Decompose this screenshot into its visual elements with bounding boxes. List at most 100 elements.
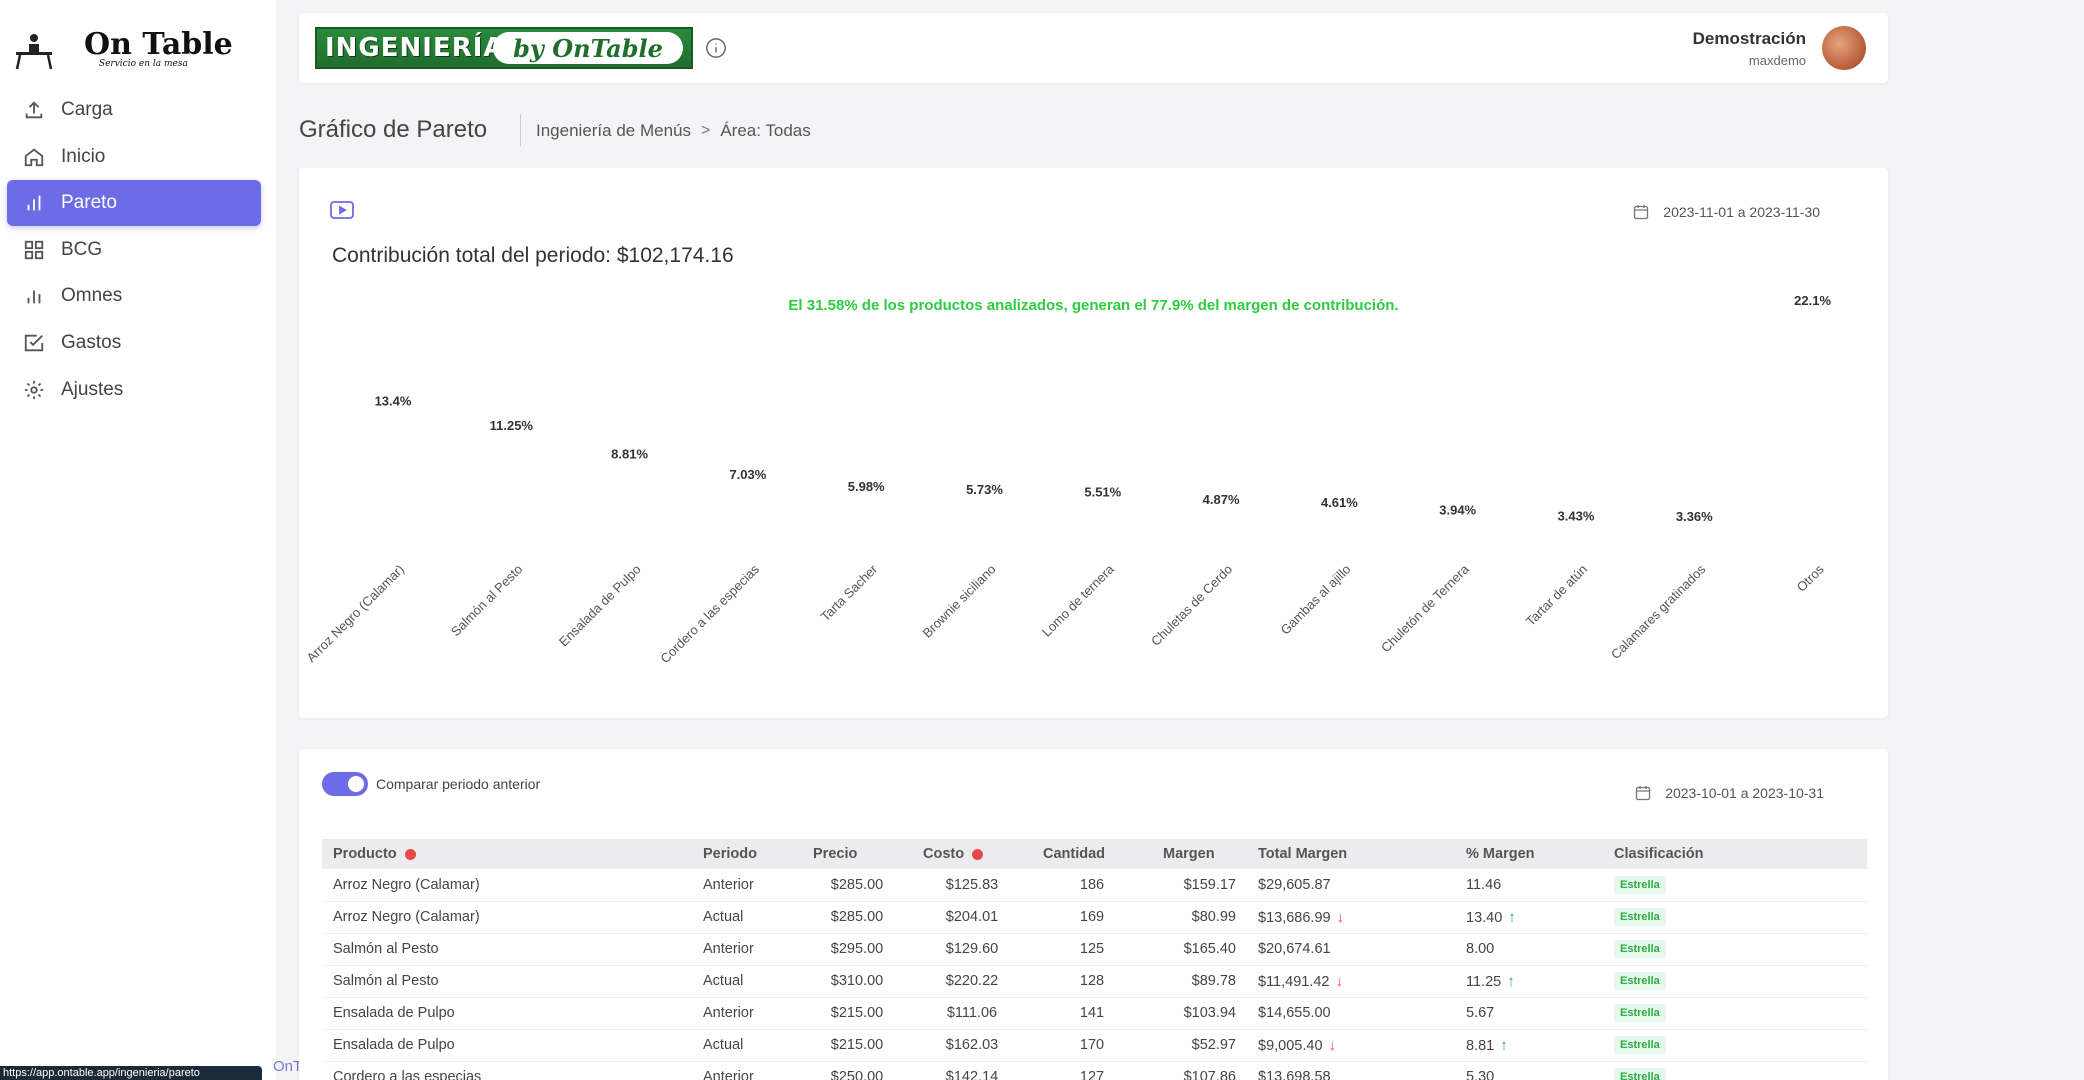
cell-clasif: Estrella <box>1603 1029 1867 1062</box>
gear-icon <box>24 380 44 399</box>
sidebar-item-bcg[interactable]: BCG <box>7 227 261 273</box>
cell-value: Salmón al Pesto <box>333 973 439 989</box>
cell-periodo: Actual <box>692 965 802 998</box>
cell-value: 5.67 <box>1466 1005 1495 1021</box>
cell-total: $13,686.99 ↓ <box>1247 901 1455 934</box>
sidebar-item-gastos[interactable]: Gastos <box>7 320 261 366</box>
logo-text: On Table <box>84 27 233 62</box>
col-costo[interactable]: Costo <box>912 839 1032 869</box>
x-tick-label: Salmón al Pesto <box>448 562 526 640</box>
col-margen[interactable]: Margen <box>1152 839 1247 869</box>
cell-clasif: Estrella <box>1603 933 1867 966</box>
breadcrumb: Ingeniería de Menús > Área: Todas <box>536 121 811 141</box>
info-icon[interactable] <box>705 37 727 59</box>
col-periodo[interactable]: Periodo <box>692 839 802 869</box>
checkbox-icon <box>24 334 44 352</box>
col-clasificacion[interactable]: Clasificación <box>1603 839 1867 869</box>
video-play-icon[interactable] <box>330 200 354 220</box>
cell-value: $310.00 <box>830 973 884 989</box>
arrow-up-icon: ↑ <box>1507 972 1515 990</box>
cell-pct: 8.81 ↑ <box>1455 1029 1603 1062</box>
cell-value: Anterior <box>703 876 754 893</box>
bar-value-label: 8.81% <box>611 446 648 461</box>
bar-value-label: 5.98% <box>848 479 885 494</box>
cell-value: $204.01 <box>945 909 999 925</box>
banner-title: INGENIERÍA <box>325 33 505 63</box>
sidebar: On Table Servicio en la mesa Carga Inici… <box>0 0 276 1080</box>
col-total-margen[interactable]: Total Margen <box>1247 839 1455 869</box>
cell-producto: Salmón al Pesto <box>322 933 692 966</box>
x-tick-label: Ensalada de Pulpo <box>556 562 644 650</box>
cell-value: Cordero a las especias <box>333 1069 482 1080</box>
sidebar-item-omnes[interactable]: Omnes <box>7 273 261 319</box>
avatar[interactable] <box>1822 26 1866 70</box>
sidebar-item-label: Inicio <box>61 145 106 167</box>
cell-value: $89.78 <box>1191 973 1236 989</box>
sidebar-item-carga[interactable]: Carga <box>7 87 261 133</box>
cell-total: $13,698.58 <box>1247 1061 1455 1080</box>
cell-value: Actual <box>703 1037 744 1053</box>
cell-value: 5.30 <box>1466 1069 1495 1080</box>
table-row[interactable]: Cordero a las especias Anterior $250.00 $14… <box>322 1061 1867 1080</box>
cell-value: $103.94 <box>1183 1005 1236 1021</box>
sidebar-item-ajustes[interactable]: Ajustes <box>7 367 261 413</box>
breadcrumb-item-menus[interactable]: Ingeniería de Menús <box>536 121 691 141</box>
cell-cantidad: 125 <box>1032 933 1152 966</box>
table-row[interactable]: Ensalada de Pulpo Actual $215.00 $162.03 170… <box>322 1029 1867 1062</box>
cell-value: 128 <box>1079 973 1105 989</box>
cell-costo: $162.03 <box>912 1029 1032 1062</box>
cell-producto: Ensalada de Pulpo <box>322 1029 692 1062</box>
sort-dot-icon[interactable] <box>404 848 416 860</box>
cell-total: $20,674.61 <box>1247 933 1455 966</box>
col-cantidad[interactable]: Cantidad <box>1032 839 1152 869</box>
cell-periodo: Anterior <box>692 1061 802 1080</box>
home-icon <box>24 148 44 166</box>
cell-value: Anterior <box>703 1069 754 1080</box>
table-row[interactable]: Salmón al Pesto Actual $310.00 $220.22 128 $8… <box>322 965 1867 998</box>
table-row[interactable]: Ensalada de Pulpo Anterior $215.00 $111.06 1… <box>322 997 1867 1030</box>
cell-pct: 5.67 <box>1455 997 1603 1030</box>
table-row[interactable]: Arroz Negro (Calamar) Anterior $285.00 $125… <box>322 869 1867 902</box>
cell-margen: $80.99 <box>1152 901 1247 934</box>
cell-value: $14,655.00 <box>1258 1005 1331 1021</box>
cell-value: $162.03 <box>945 1037 999 1053</box>
bar-value-label: 3.36% <box>1676 509 1713 524</box>
col-pct-margen[interactable]: % Margen <box>1455 839 1603 869</box>
page-title: Gráfico de Pareto <box>299 116 488 143</box>
cell-value: 127 <box>1079 1069 1105 1080</box>
cell-value: 13.40 <box>1466 909 1503 926</box>
cell-value: 8.81 <box>1466 1037 1495 1054</box>
cell-periodo: Actual <box>692 901 802 934</box>
sort-dot-icon[interactable] <box>972 848 984 860</box>
arrow-down-icon: ↓ <box>1335 972 1344 990</box>
sidebar-item-pareto[interactable]: Pareto <box>7 180 261 227</box>
chart-date-range[interactable]: 2023-11-01 a 2023-11-30 <box>1633 204 1820 220</box>
title-divider <box>520 114 521 146</box>
cell-value: 186 <box>1079 876 1105 893</box>
top-header: INGENIERÍA by OnTable Demostración maxde… <box>299 13 1888 83</box>
cell-value: 170 <box>1079 1037 1105 1053</box>
brand-logo[interactable]: On Table Servicio en la mesa <box>14 30 233 70</box>
x-tick-label: Chuletas de Cerdo <box>1148 562 1235 649</box>
col-precio[interactable]: Precio <box>802 839 912 869</box>
cell-value: $107.86 <box>1183 1069 1236 1080</box>
cell-clasif: Estrella <box>1603 965 1867 998</box>
compare-period-toggle[interactable] <box>322 772 368 796</box>
cell-value: $215.00 <box>830 1005 884 1021</box>
table-row[interactable]: Arroz Negro (Calamar) Actual $285.00 $204.0… <box>322 901 1867 934</box>
cell-cantidad: 128 <box>1032 965 1152 998</box>
bar-value-label: 11.25% <box>490 418 534 433</box>
cell-value: Salmón al Pesto <box>333 941 439 957</box>
x-tick-label: Otros <box>1794 561 1827 594</box>
table-row[interactable]: Salmón al Pesto Anterior $295.00 $129.60 125… <box>322 933 1867 966</box>
col-producto[interactable]: Producto <box>322 839 692 869</box>
user-info[interactable]: Demostración maxdemo <box>1693 29 1806 68</box>
cell-precio: $285.00 <box>802 901 912 934</box>
sidebar-item-inicio[interactable]: Inicio <box>7 134 261 180</box>
classification-badge: Estrella <box>1614 1036 1666 1054</box>
cell-clasif: Estrella <box>1603 1061 1867 1080</box>
bar-chart-icon <box>27 290 41 304</box>
upload-icon <box>25 101 43 119</box>
table-date-range[interactable]: 2023-10-01 a 2023-10-31 <box>1635 785 1824 801</box>
x-tick-label: Arroz Negro (Calamar) <box>304 562 408 666</box>
